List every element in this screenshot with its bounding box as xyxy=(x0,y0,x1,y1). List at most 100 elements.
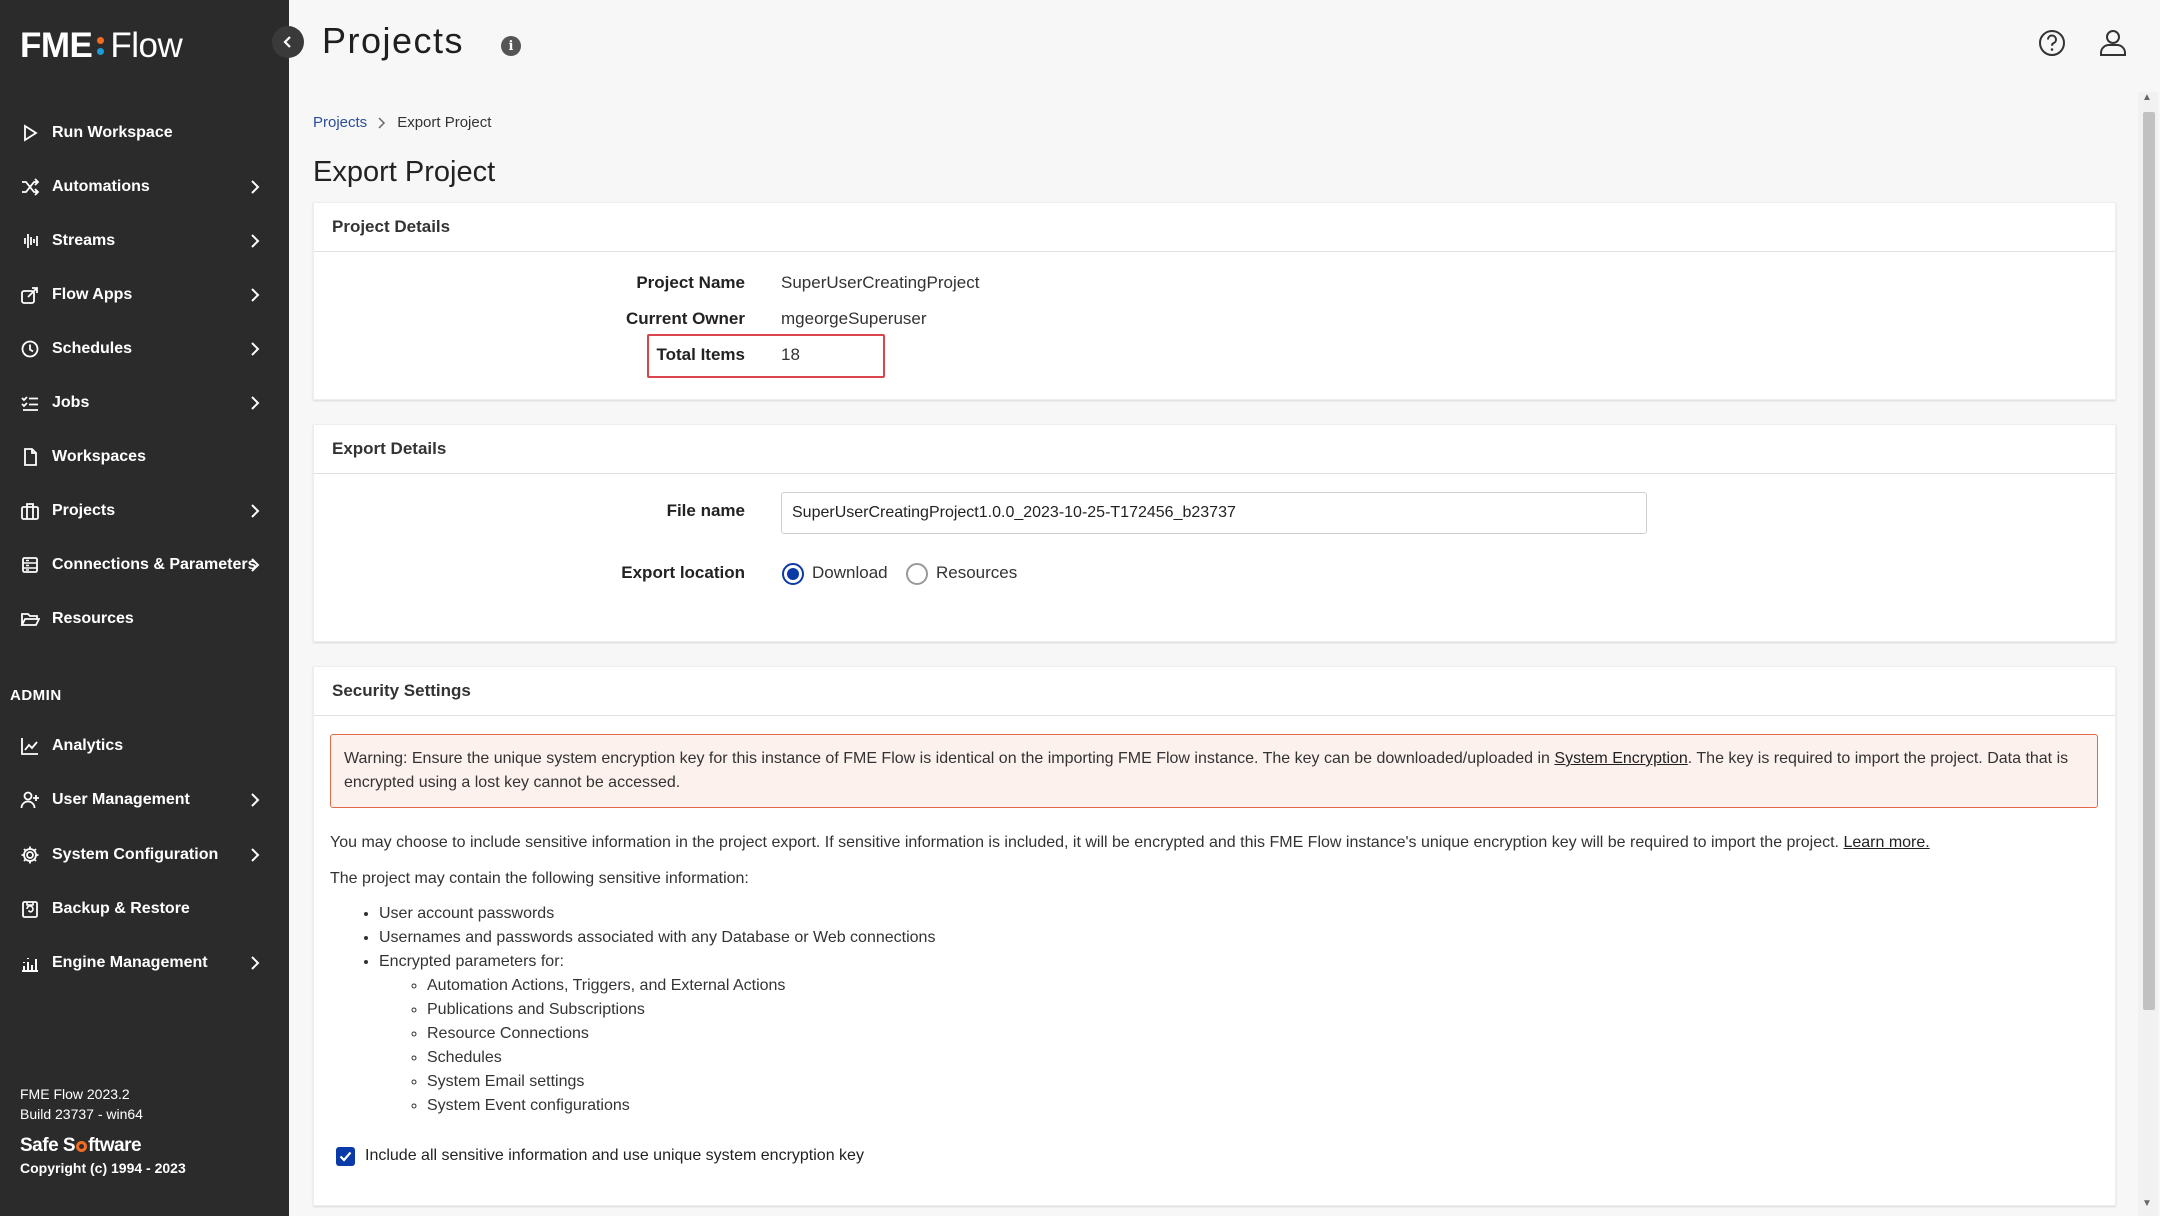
safe-software-logo: Safe Sftware xyxy=(20,1135,142,1156)
download-radio[interactable] xyxy=(782,563,804,585)
sidebar-item-run-workspace[interactable]: Run Workspace xyxy=(0,113,289,153)
version-line: FME Flow 2023.2 xyxy=(20,1086,130,1102)
sidebar-item-label: User Management xyxy=(52,791,190,809)
sensitive-info-text: You may choose to include sensitive info… xyxy=(330,834,1844,851)
sidebar-item-resources[interactable]: Resources xyxy=(0,599,289,639)
sidebar-item-flow-apps[interactable]: Flow Apps xyxy=(0,275,289,315)
sidebar-item-engine-management[interactable]: Engine Management xyxy=(0,943,289,983)
sidebar-item-jobs[interactable]: Jobs xyxy=(0,383,289,423)
card-header: Project Details xyxy=(314,203,2115,252)
list-check-icon xyxy=(21,396,38,411)
shuffle-icon xyxy=(22,178,40,196)
file-name-input[interactable] xyxy=(781,492,1647,534)
card-header: Export Details xyxy=(314,425,2115,474)
build-line: Build 23737 - win64 xyxy=(20,1106,143,1122)
breadcrumb-projects-link[interactable]: Projects xyxy=(313,114,367,131)
encrypted-params-sublist: Automation Actions, Triggers, and Extern… xyxy=(379,974,935,1118)
include-sensitive-label[interactable]: Include all sensitive information and us… xyxy=(365,1147,864,1165)
sidebar-item-label: Analytics xyxy=(52,737,124,754)
may-contain-paragraph: The project may contain the following se… xyxy=(330,870,749,887)
project-details-card: Project Details xyxy=(313,202,2116,400)
share-app-icon xyxy=(21,287,38,304)
sidebar-item-streams[interactable]: Streams xyxy=(0,221,289,261)
play-icon xyxy=(24,124,38,142)
chevron-right-icon xyxy=(248,955,262,971)
system-encryption-link[interactable]: System Encryption xyxy=(1554,750,1687,767)
help-icon[interactable] xyxy=(2035,26,2069,60)
sidebar-item-label: Resources xyxy=(52,610,134,627)
project-details-title: Project Details xyxy=(332,217,451,236)
resources-radio[interactable] xyxy=(906,563,928,585)
file-icon xyxy=(24,448,37,466)
chevron-right-icon xyxy=(248,287,262,303)
chevron-right-icon xyxy=(248,395,262,411)
list-item: Encrypted parameters for: Automation Act… xyxy=(379,950,935,1118)
sidebar-item-label: Connections & Parameters xyxy=(52,556,257,573)
sidebar-item-label: Streams xyxy=(52,232,116,249)
learn-more-link[interactable]: Learn more. xyxy=(1843,834,1929,851)
sublist-item: Publications and Subscriptions xyxy=(427,998,935,1022)
sublist-item: Automation Actions, Triggers, and Extern… xyxy=(427,974,935,998)
list-item: Usernames and passwords associated with … xyxy=(379,926,935,950)
export-details-title: Export Details xyxy=(332,439,447,458)
sidebar-item-label: System Configuration xyxy=(52,845,219,863)
chevron-right-icon xyxy=(248,557,262,573)
list-item: User account passwords xyxy=(379,902,935,926)
project-name-label: Project Name xyxy=(636,273,745,292)
sidebar-item-label: Jobs xyxy=(52,394,90,411)
sidebar-item-analytics[interactable]: Analytics xyxy=(0,726,289,766)
encryption-warning: Warning: Ensure the unique system encryp… xyxy=(330,734,2098,808)
chevron-right-icon xyxy=(248,233,262,249)
scrollbar-thumb[interactable] xyxy=(2143,112,2155,1010)
download-option-label[interactable]: Download xyxy=(812,563,888,583)
list-item-text: Encrypted parameters for: xyxy=(379,953,564,970)
sensitive-info-paragraph: You may choose to include sensitive info… xyxy=(330,834,1930,852)
admin-section-header: ADMIN xyxy=(10,687,62,704)
total-items-highlight xyxy=(647,334,885,378)
sidebar-item-backup-restore[interactable]: Backup & Restore xyxy=(0,889,289,929)
info-icon[interactable]: i xyxy=(501,36,521,56)
sensitive-info-list: User account passwords Usernames and pas… xyxy=(330,902,935,1118)
backup-icon xyxy=(22,900,38,918)
sublist-item: System Event configurations xyxy=(427,1094,935,1118)
chevron-right-icon xyxy=(248,341,262,357)
briefcase-icon xyxy=(21,503,39,520)
sidebar-item-label: Run Workspace xyxy=(52,124,173,141)
sublist-item: Resource Connections xyxy=(427,1022,935,1046)
scroll-down-arrow-icon[interactable]: ▼ xyxy=(2142,1198,2152,1209)
fme-flow-logo[interactable]: FME Flow xyxy=(20,26,183,66)
logo-o-icon xyxy=(76,1141,88,1152)
chevron-left-icon xyxy=(283,36,291,48)
chevron-right-icon xyxy=(248,792,262,808)
current-owner-label: Current Owner xyxy=(625,309,745,328)
sidebar-item-schedules[interactable]: Schedules xyxy=(0,329,289,369)
logo-flow-text: Flow xyxy=(110,26,183,65)
sidebar-item-projects[interactable]: Projects xyxy=(0,491,289,531)
sidebar-item-connections-parameters[interactable]: Connections & Parameters xyxy=(0,545,289,585)
include-sensitive-checkbox[interactable] xyxy=(336,1147,355,1166)
sidebar-item-label: Projects xyxy=(52,502,116,519)
sidebar: FME Flow Run Workspace Automations Streams… xyxy=(0,0,289,1216)
sidebar-item-label: Automations xyxy=(52,178,150,195)
sidebar-item-label: Schedules xyxy=(52,340,133,357)
gear-icon xyxy=(21,846,39,864)
sublist-item: System Email settings xyxy=(427,1070,935,1094)
export-location-label: Export location xyxy=(621,563,745,582)
sidebar-item-automations[interactable]: Automations xyxy=(0,167,289,207)
collapse-sidebar-button[interactable] xyxy=(272,26,304,58)
export-project-heading: Export Project xyxy=(313,156,496,188)
chevron-right-icon xyxy=(248,179,262,195)
waveform-icon xyxy=(24,234,38,248)
resources-option-label[interactable]: Resources xyxy=(936,563,1017,583)
sidebar-item-label: Backup & Restore xyxy=(52,899,190,917)
sidebar-item-system-configuration[interactable]: System Configuration xyxy=(0,835,289,875)
sidebar-item-workspaces[interactable]: Workspaces xyxy=(0,437,289,477)
user-account-icon[interactable] xyxy=(2096,26,2130,60)
sublist-item: Schedules xyxy=(427,1046,935,1070)
scroll-up-arrow-icon[interactable]: ▲ xyxy=(2142,92,2152,103)
folder-open-icon xyxy=(20,613,40,626)
sidebar-item-user-management[interactable]: User Management xyxy=(0,780,289,820)
copyright-text: Copyright (c) 1994 - 2023 xyxy=(20,1160,186,1176)
logo-dots-icon xyxy=(97,37,105,55)
file-name-label: File name xyxy=(666,501,745,520)
